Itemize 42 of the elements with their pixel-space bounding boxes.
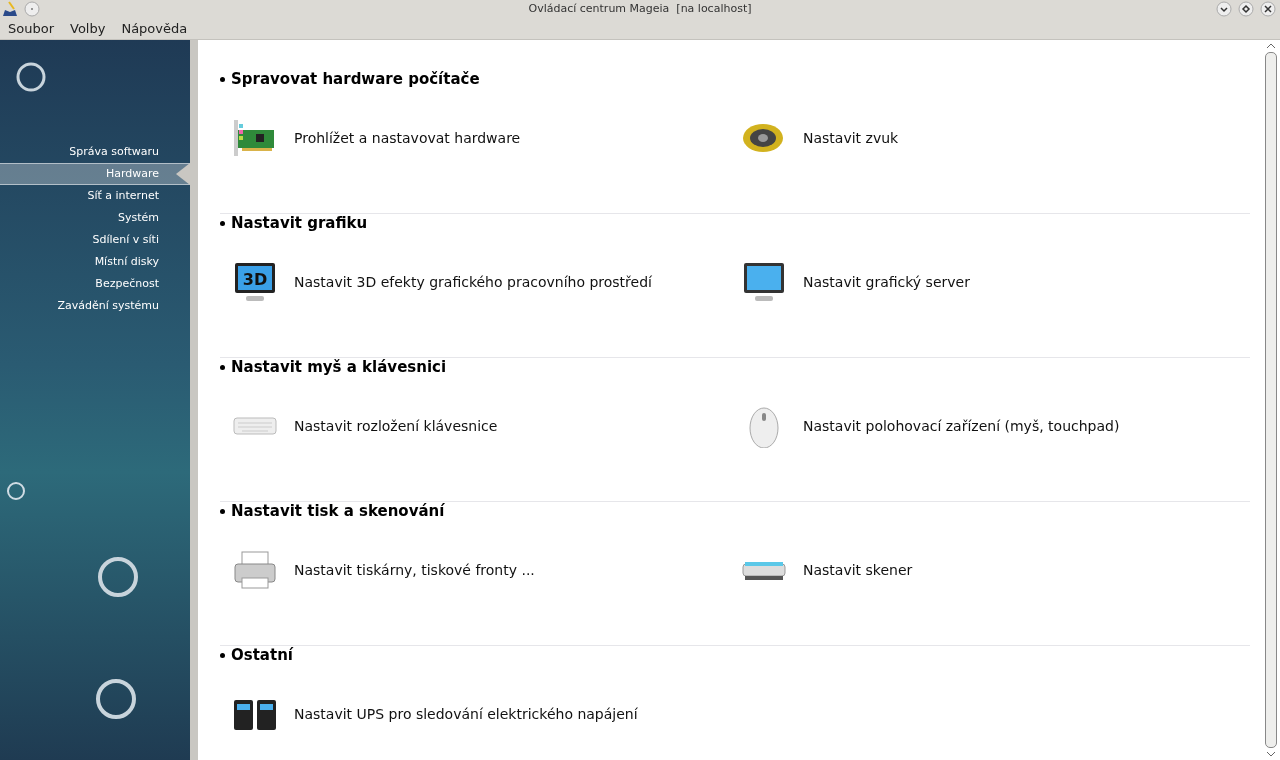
scrollbar-thumb[interactable] [1265,52,1277,748]
section-heading: Ostatní [231,644,293,666]
tool-link[interactable]: Nastavit UPS pro sledování elektrického napájení [294,703,638,725]
bullet-icon [220,364,225,370]
app-logo-icon [2,1,19,17]
menu-item[interactable]: Soubor [8,18,54,39]
bullet-icon [220,652,225,658]
monitor-icon[interactable] [741,260,787,304]
close-icon[interactable] [1260,1,1276,17]
window-title: Ovládací centrum Mageia [na localhost] [528,0,752,17]
ring-decoration-drawing [14,60,48,94]
sidebar-item[interactable]: Síť a internet [0,185,190,207]
sidebar-item[interactable]: Místní disky [0,251,190,273]
sidebar-item[interactable]: Hardware [0,163,190,185]
ring-decoration-drawing [96,555,140,599]
ring-decoration-drawing [6,481,26,501]
tool-link[interactable]: Nastavit skener [803,559,913,581]
sidebar-item[interactable]: Bezpečnost [0,273,190,295]
selection-notch-icon [174,163,190,185]
sidebar-item[interactable]: Sdílení v síti [0,229,190,251]
maximize-icon[interactable] [1238,1,1254,17]
tool-link[interactable]: Nastavit polohovací zařízení (myš, touchpad) [803,415,1120,437]
minimize-icon[interactable] [1216,1,1232,17]
section-heading: Spravovat hardware počítače [231,68,480,90]
section-heading: Nastavit tisk a skenování [231,500,445,522]
menu-item[interactable]: Nápověda [121,18,188,39]
tool-link[interactable]: Nastavit zvuk [803,127,899,149]
ring-decoration-drawing [94,677,138,721]
menu-item[interactable]: Volby [70,18,106,39]
bullet-icon [220,508,225,514]
tool-link[interactable]: Nastavit tiskárny, tiskové fronty ... [294,559,535,581]
bullet-icon [220,76,225,82]
bullet-icon [220,220,225,226]
sidebar-item[interactable]: Systém [0,207,190,229]
tool-link[interactable]: Prohlížet a nastavovat hardware [294,127,521,149]
sidebar-item[interactable]: Zavádění systému [0,295,190,317]
tool-link[interactable]: Nastavit rozložení klávesnice [294,415,498,437]
tool-link[interactable]: Nastavit 3D efekty grafického pracovního prostředí [294,271,652,293]
tool-link[interactable]: Nastavit grafický server [803,271,970,293]
sidebar-item[interactable]: Správa softwaru [0,141,190,163]
section-heading: Nastavit myš a klávesnici [231,356,447,378]
section-heading: Nastavit grafiku [231,212,368,234]
